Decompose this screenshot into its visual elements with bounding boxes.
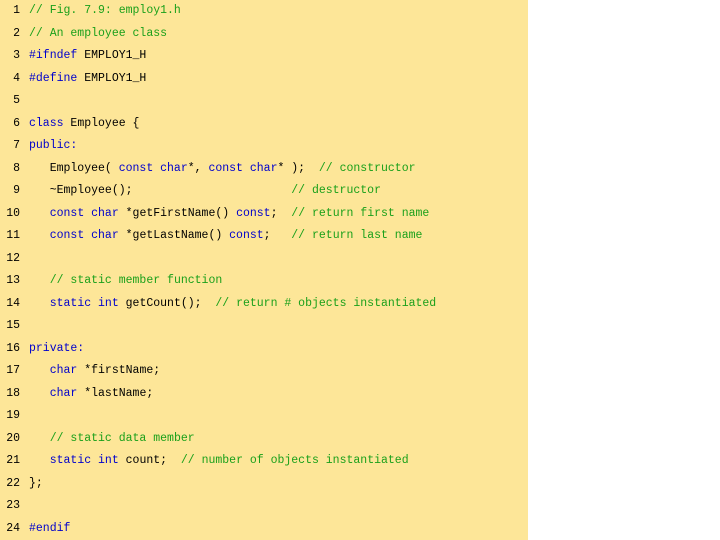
- line-number: 23: [6, 499, 20, 512]
- code-text: static int count; // number of objects i…: [29, 451, 409, 471]
- code-text: #ifndef EMPLOY1_H: [29, 46, 146, 66]
- code-token: const char: [49, 206, 119, 220]
- line-number: 22: [6, 476, 20, 490]
- line-number: 7: [13, 139, 20, 152]
- code-token: ~Employee();: [29, 184, 292, 197]
- line-number: 18: [6, 386, 20, 400]
- code-token: const: [229, 229, 264, 242]
- code-text: // An employee class: [29, 24, 167, 44]
- code-token: *getLastName(): [118, 229, 230, 242]
- code-token: // static member function: [49, 274, 223, 287]
- code-token: static int: [49, 296, 119, 310]
- line-number: 3: [13, 49, 20, 62]
- code-text: ~Employee(); // destructor: [29, 181, 381, 201]
- code-token: // static data member: [49, 431, 195, 445]
- code-text: #endif: [29, 519, 70, 539]
- code-token: // constructor: [318, 161, 416, 175]
- code-token: const: [236, 206, 271, 220]
- code-token: // An employee class: [29, 26, 168, 40]
- code-token: *lastName;: [77, 386, 154, 400]
- line-number: 1: [13, 4, 20, 17]
- line-number: 9: [13, 184, 20, 197]
- code-token: const char: [118, 161, 188, 175]
- line-number: 14: [6, 296, 20, 310]
- code-token: static int: [49, 454, 119, 467]
- code-text: private:: [29, 339, 84, 359]
- code-token: // return # objects instantiated: [215, 296, 437, 310]
- line-number: 5: [13, 94, 20, 107]
- code-token: EMPLOY1_H: [77, 49, 147, 62]
- line-number: 15: [6, 319, 20, 332]
- code-token: // return last name: [291, 229, 423, 242]
- line-number: 11: [6, 229, 20, 242]
- code-text: // Fig. 7.9: employ1.h: [29, 1, 181, 21]
- code-token: *getFirstName(): [118, 206, 237, 220]
- code-text: // static data member: [29, 429, 195, 449]
- code-text: char *firstName;: [29, 361, 160, 381]
- code-token: *,: [187, 161, 209, 175]
- code-text: const char *getFirstName() const; // ret…: [29, 204, 430, 224]
- code-token: const char: [49, 229, 119, 242]
- code-token: char: [49, 364, 78, 377]
- code-text: // static member function: [29, 271, 223, 291]
- code-token: public:: [29, 139, 78, 152]
- code-token: // return first name: [291, 206, 430, 220]
- code-token: const char: [208, 161, 278, 175]
- line-number: 24: [6, 521, 20, 535]
- code-text: };: [29, 474, 43, 494]
- code-text: #define EMPLOY1_H: [29, 69, 146, 89]
- code-text: class Employee {: [29, 114, 139, 134]
- line-number: 8: [13, 161, 20, 175]
- code-token: #define: [29, 71, 78, 85]
- line-number: 16: [6, 341, 20, 355]
- line-number: 13: [6, 274, 20, 287]
- code-token: * );: [277, 161, 319, 175]
- code-token: ;: [270, 206, 292, 220]
- line-number: 21: [6, 454, 20, 467]
- code-token: count;: [118, 454, 181, 467]
- code-token: private:: [29, 341, 85, 355]
- code-token: ;: [263, 229, 292, 242]
- line-number: 4: [13, 71, 20, 85]
- code-token: getCount();: [118, 296, 216, 310]
- code-text: char *lastName;: [29, 384, 154, 404]
- code-token: // Fig. 7.9: employ1.h: [29, 4, 181, 17]
- line-number: 10: [6, 206, 20, 220]
- line-number: 20: [6, 431, 20, 445]
- code-token: #ifndef: [29, 49, 78, 62]
- code-text: static int getCount(); // return # objec…: [29, 294, 436, 314]
- line-number: 19: [6, 409, 20, 422]
- code-listing: 1 // Fig. 7.9: employ1.h 2 // An employee c…: [0, 0, 528, 540]
- code-token: // destructor: [291, 184, 381, 197]
- code-text: Employee( const char*, const char* ); //…: [29, 159, 416, 179]
- code-token: // number of objects instantiated: [180, 454, 409, 467]
- code-text: public:: [29, 136, 77, 156]
- line-number: 6: [13, 116, 20, 130]
- code-token: #endif: [29, 521, 71, 535]
- code-text: const char *getLastName() const; // retu…: [29, 226, 423, 246]
- code-token: class: [29, 116, 64, 130]
- code-token: EMPLOY1_H: [77, 71, 147, 85]
- line-number: 12: [6, 251, 20, 265]
- code-token: };: [29, 476, 43, 490]
- code-token: Employee(: [29, 161, 119, 175]
- line-number: 2: [13, 26, 20, 40]
- code-token: *firstName;: [77, 364, 161, 377]
- line-number: 17: [6, 364, 20, 377]
- code-token: char: [49, 386, 78, 400]
- code-token: Employee {: [63, 116, 140, 130]
